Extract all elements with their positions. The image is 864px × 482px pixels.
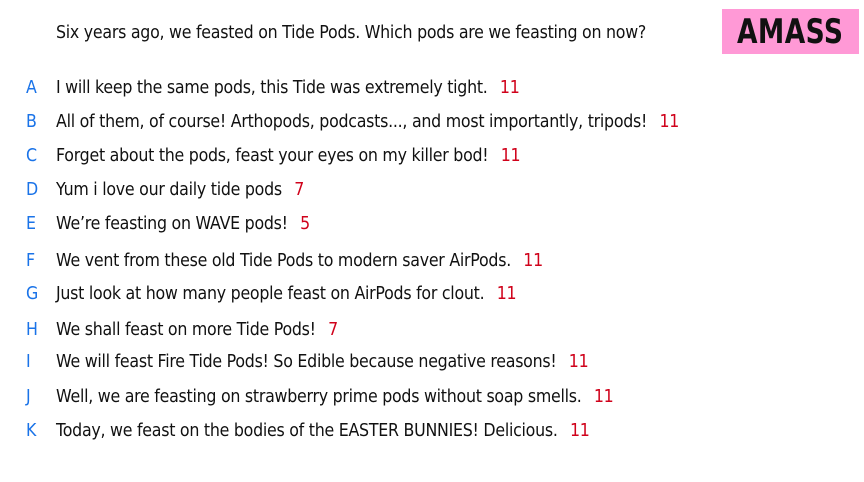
answer-letter: J bbox=[26, 386, 31, 407]
answer-letter: H bbox=[26, 319, 38, 340]
answer-score: 11 bbox=[523, 250, 543, 271]
answer-line: We’re feasting on WAVE pods! 5 bbox=[56, 211, 310, 237]
amass-logo: AMASS bbox=[722, 9, 859, 54]
answer-letter: C bbox=[26, 145, 38, 166]
answer-score: 7 bbox=[294, 179, 305, 200]
answer-letter: B bbox=[26, 111, 37, 132]
answer-line: I will keep the same pods, this Tide was… bbox=[56, 75, 520, 101]
answer-text: I will keep the same pods, this Tide was… bbox=[56, 77, 488, 98]
answer-score: 11 bbox=[499, 77, 520, 98]
answer-text: We will feast Fire Tide Pods! So Edible … bbox=[56, 351, 557, 372]
answer-score: 11 bbox=[659, 111, 680, 132]
answer-line: We vent from these old Tide Pods to mode… bbox=[56, 248, 543, 274]
answer-letter: D bbox=[26, 179, 39, 200]
answer-line: Today, we feast on the bodies of the EAS… bbox=[56, 418, 590, 444]
answer-score: 11 bbox=[500, 145, 521, 166]
answer-score: 11 bbox=[568, 351, 589, 372]
answer-line: Well, we are feasting on strawberry prim… bbox=[56, 384, 614, 410]
logo-text: AMASS bbox=[737, 11, 844, 52]
answer-text: We vent from these old Tide Pods to mode… bbox=[56, 250, 511, 271]
answer-letter: I bbox=[26, 351, 31, 372]
answer-line: We will feast Fire Tide Pods! So Edible … bbox=[56, 349, 589, 375]
answer-letter: A bbox=[26, 77, 37, 98]
answer-text: Today, we feast on the bodies of the EAS… bbox=[56, 420, 558, 441]
answer-letter: F bbox=[26, 250, 36, 271]
answer-score: 11 bbox=[593, 386, 614, 407]
answer-line: Yum i love our daily tide pods 7 bbox=[56, 177, 304, 203]
answer-score: 7 bbox=[328, 319, 338, 340]
answer-line: All of them, of course! Arthopods, podca… bbox=[56, 109, 679, 135]
answer-text: Well, we are feasting on strawberry prim… bbox=[56, 386, 582, 407]
answer-text: All of them, of course! Arthopods, podca… bbox=[56, 111, 648, 132]
question-text: Six years ago, we feasted on Tide Pods. … bbox=[56, 22, 647, 43]
answer-score: 5 bbox=[300, 213, 310, 234]
answer-line: Forget about the pods, feast your eyes o… bbox=[56, 143, 521, 169]
answer-line: We shall feast on more Tide Pods! 7 bbox=[56, 317, 338, 343]
answer-letter: E bbox=[26, 213, 37, 234]
answer-text: We’re feasting on WAVE pods! bbox=[56, 213, 288, 234]
answer-letter: G bbox=[26, 283, 39, 304]
answer-text: Forget about the pods, feast your eyes o… bbox=[56, 145, 489, 166]
answer-text: Just look at how many people feast on Ai… bbox=[56, 283, 485, 304]
answer-text: Yum i love our daily tide pods bbox=[56, 179, 282, 200]
answer-letter: K bbox=[26, 420, 37, 441]
answer-line: Just look at how many people feast on Ai… bbox=[56, 281, 517, 307]
answer-text: We shall feast on more Tide Pods! bbox=[56, 319, 316, 340]
answer-score: 11 bbox=[569, 420, 590, 441]
answer-score: 11 bbox=[496, 283, 517, 304]
